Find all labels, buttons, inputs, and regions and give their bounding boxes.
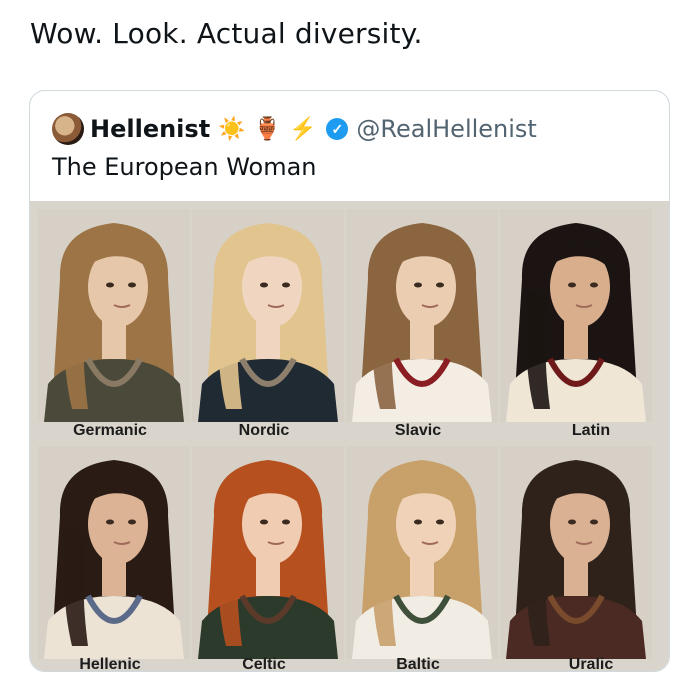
quoted-post-header: Hellenist ☀️ 🏺 ⚡ ✓ @RealHellenist xyxy=(52,109,537,149)
portrait-hellenic xyxy=(38,446,190,659)
portrait-germanic xyxy=(38,209,190,422)
portrait-celtic xyxy=(192,446,344,659)
post-image[interactable]: Germanic Nordic Slavic Latin Hellenic Celtic B… xyxy=(30,201,669,672)
verified-badge-icon: ✓ xyxy=(326,118,349,140)
portrait-label-nordic: Nordic xyxy=(238,422,290,439)
quoted-post-text: The European Woman xyxy=(52,153,317,181)
portrait-baltic xyxy=(346,446,498,659)
portrait-label-uralic: Uralic xyxy=(568,656,614,672)
portrait-label-germanic: Germanic xyxy=(73,422,147,439)
user-handle[interactable]: @RealHellenist xyxy=(356,115,536,143)
portrait-nordic xyxy=(192,209,344,422)
portrait-label-slavic: Slavic xyxy=(394,422,442,439)
amphora-emoji-icon: 🏺 xyxy=(253,116,281,141)
portrait-slavic xyxy=(346,209,498,422)
sun-emoji-icon: ☀️ xyxy=(218,116,246,141)
lightning-emoji-icon: ⚡ xyxy=(288,116,317,141)
post-text: Wow. Look. Actual diversity. xyxy=(30,17,423,50)
display-name[interactable]: Hellenist xyxy=(90,115,210,143)
portrait-uralic xyxy=(500,446,652,659)
quoted-post-card[interactable]: Hellenist ☀️ 🏺 ⚡ ✓ @RealHellenist The Eu… xyxy=(29,90,670,672)
portrait-grid: Germanic Nordic Slavic Latin Hellenic Celtic B… xyxy=(30,201,669,672)
portrait-label-latin: Latin xyxy=(571,422,611,439)
portrait-label-baltic: Baltic xyxy=(396,656,440,672)
portrait-label-celtic: Celtic xyxy=(242,656,286,672)
portrait-latin xyxy=(500,209,652,422)
portrait-label-hellenic: Hellenic xyxy=(79,656,141,672)
avatar[interactable] xyxy=(52,113,84,145)
